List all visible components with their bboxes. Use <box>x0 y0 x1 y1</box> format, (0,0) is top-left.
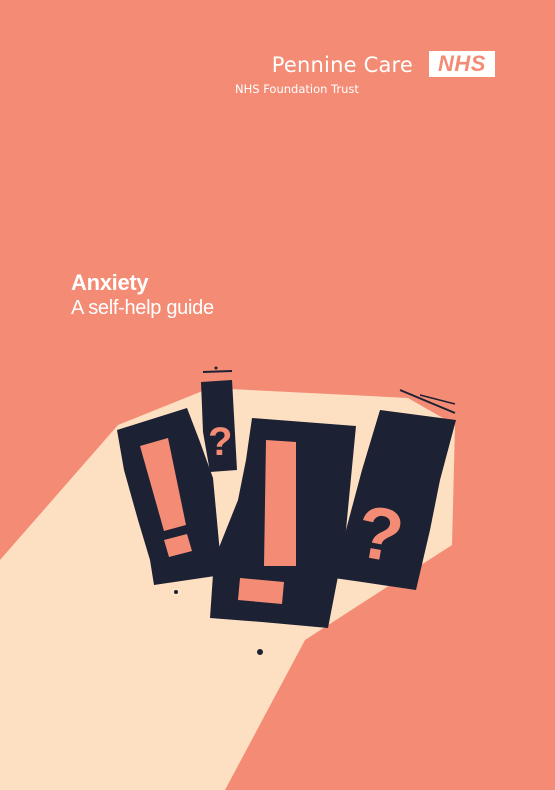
exclamation-dot-large <box>238 578 284 604</box>
cover-page: ? ? Pennine Care NHS NHS Foundation Trus… <box>0 0 555 790</box>
cover-subtitle: A self-help guide <box>71 297 214 319</box>
organisation-name: Pennine Care <box>271 53 413 77</box>
organisation-subtitle: NHS Foundation Trust <box>235 82 359 96</box>
nhs-logo: NHS <box>429 51 495 77</box>
cover-title: Anxiety <box>71 270 149 295</box>
anxiety-illustration: ? ? <box>0 366 456 790</box>
question-mark-symbol: ? <box>208 420 232 464</box>
organisation-branding: Pennine Care NHS NHS Foundation Trust <box>235 51 495 99</box>
exclamation-bar-large <box>264 440 296 566</box>
